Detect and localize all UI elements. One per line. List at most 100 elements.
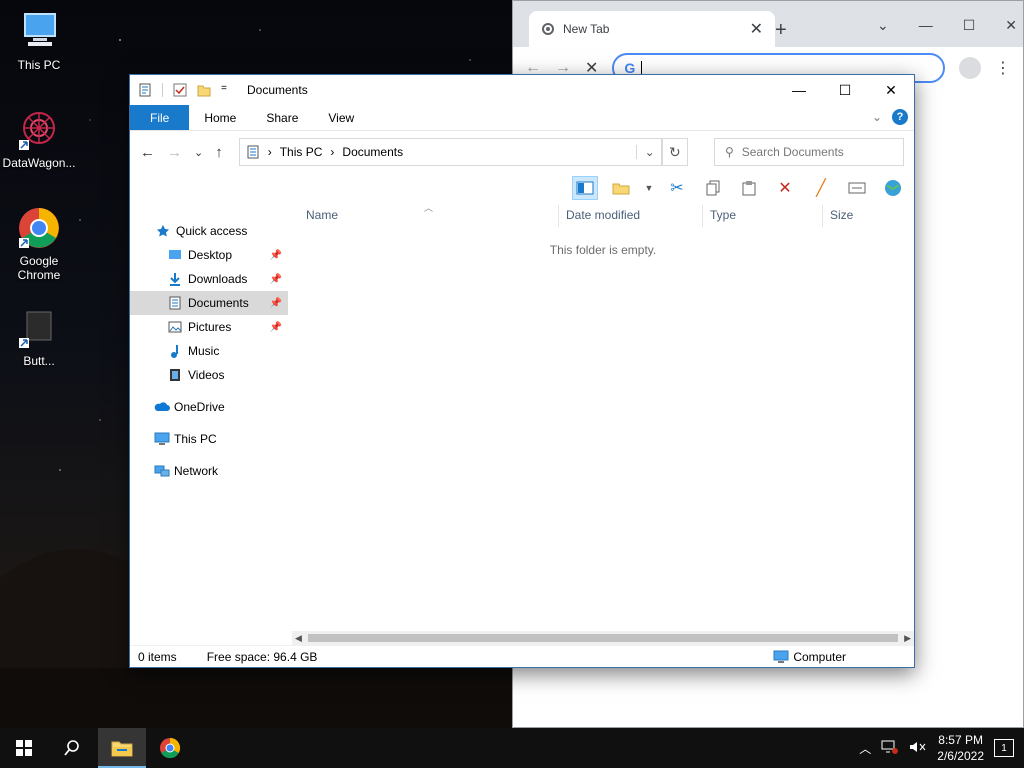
forward-button[interactable]: → bbox=[167, 144, 182, 161]
nav-item-documents[interactable]: Documents 📌 bbox=[130, 291, 288, 315]
tab-file[interactable]: File bbox=[130, 105, 190, 130]
nav-item-label: Network bbox=[174, 464, 219, 478]
sort-indicator-icon: ︿ bbox=[424, 203, 434, 213]
column-header-type[interactable]: Type bbox=[710, 208, 736, 222]
globe-icon[interactable] bbox=[880, 176, 906, 200]
copy-icon[interactable] bbox=[700, 176, 726, 200]
star-icon bbox=[156, 224, 170, 238]
tray-overflow-icon[interactable]: ︿ bbox=[859, 740, 871, 757]
tab-view[interactable]: View bbox=[313, 105, 369, 130]
new-item-icon[interactable] bbox=[608, 176, 634, 200]
desktop-icon-google-chrome[interactable]: Google Chrome bbox=[0, 206, 78, 282]
column-divider[interactable] bbox=[558, 205, 559, 227]
nav-item-pictures[interactable]: Pictures 📌 bbox=[130, 315, 288, 339]
chrome-tab-new-tab[interactable]: New Tab ✕ bbox=[529, 11, 775, 47]
nav-item-network[interactable]: Network bbox=[130, 459, 288, 483]
up-button[interactable]: ↑ bbox=[215, 144, 223, 161]
nav-item-desktop[interactable]: Desktop 📌 bbox=[130, 243, 288, 267]
breadcrumb-documents[interactable]: Documents bbox=[342, 145, 403, 159]
music-icon bbox=[168, 344, 182, 358]
pin-icon: 📌 bbox=[269, 249, 282, 261]
desktop-icon-shortcut[interactable]: Butt... bbox=[0, 306, 78, 368]
column-divider[interactable] bbox=[822, 205, 823, 227]
minimize-button[interactable]: — bbox=[919, 17, 933, 34]
back-button[interactable]: ← bbox=[140, 144, 155, 161]
preview-pane-icon[interactable] bbox=[572, 176, 598, 200]
minimize-button[interactable]: — bbox=[776, 75, 822, 105]
qa-dropdown-icon[interactable]: = bbox=[221, 83, 235, 97]
cut-icon[interactable]: ✂ bbox=[664, 176, 690, 200]
network-icon bbox=[154, 464, 170, 478]
scroll-right-icon[interactable]: ▶ bbox=[904, 633, 911, 644]
desktop-icon-this-pc[interactable]: This PC bbox=[0, 10, 78, 72]
tab-home[interactable]: Home bbox=[189, 105, 251, 130]
recent-locations-icon[interactable]: ⌄ bbox=[194, 146, 203, 159]
nav-item-music[interactable]: Music bbox=[130, 339, 288, 363]
new-tab-button[interactable]: + bbox=[775, 19, 787, 42]
desktop-icon-datawagon[interactable]: DataWagon... bbox=[0, 108, 78, 170]
properties-icon[interactable] bbox=[138, 83, 152, 97]
refresh-button[interactable]: ↻ bbox=[661, 138, 688, 166]
scroll-left-icon[interactable]: ◀ bbox=[295, 633, 302, 644]
nav-item-label: Quick access bbox=[176, 224, 248, 238]
delete-icon[interactable]: ✕ bbox=[772, 176, 798, 200]
nav-item-videos[interactable]: Videos bbox=[130, 363, 288, 387]
properties-icon[interactable] bbox=[844, 176, 870, 200]
taskbar-chrome[interactable] bbox=[146, 728, 194, 768]
horizontal-scrollbar[interactable]: ◀ ▶ bbox=[292, 631, 914, 645]
network-icon[interactable] bbox=[881, 740, 899, 757]
taskbar-file-explorer[interactable] bbox=[98, 728, 146, 768]
column-header-name[interactable]: Name bbox=[306, 208, 338, 222]
system-tray: ︿ 8:57 PM 2/6/2022 1 bbox=[859, 732, 1024, 764]
desktop-icon-label: This PC bbox=[17, 58, 61, 72]
clock[interactable]: 8:57 PM 2/6/2022 bbox=[937, 732, 984, 764]
start-button[interactable] bbox=[0, 728, 48, 768]
scrollbar-thumb[interactable] bbox=[308, 634, 898, 642]
taskbar: ︿ 8:57 PM 2/6/2022 1 bbox=[0, 728, 1024, 768]
tab-share[interactable]: Share bbox=[251, 105, 313, 130]
address-dropdown-icon[interactable]: ⌄ bbox=[635, 145, 655, 159]
chrome-menu-icon[interactable]: ⋮ bbox=[995, 58, 1011, 78]
toolbar-divider bbox=[162, 83, 163, 97]
profile-avatar[interactable] bbox=[959, 57, 981, 79]
rename-icon[interactable]: ╱ bbox=[808, 176, 834, 200]
address-bar[interactable]: › This PC › Documents ⌄ bbox=[238, 138, 662, 166]
file-list: Name ︿ Date modified Type Size This fold… bbox=[292, 203, 914, 645]
nav-item-quick-access[interactable]: Quick access bbox=[130, 219, 288, 243]
nav-item-label: Documents bbox=[188, 296, 249, 310]
nav-item-label: Videos bbox=[188, 368, 225, 382]
explorer-caption-buttons: — ☐ ✕ bbox=[776, 75, 914, 105]
chevron-down-icon[interactable]: ⌄ bbox=[877, 17, 889, 34]
computer-icon bbox=[773, 650, 789, 664]
videos-icon bbox=[168, 368, 182, 382]
close-button[interactable]: ✕ bbox=[868, 75, 914, 105]
maximize-button[interactable]: ☐ bbox=[963, 17, 976, 34]
nav-item-downloads[interactable]: Downloads 📌 bbox=[130, 267, 288, 291]
paste-icon[interactable] bbox=[736, 176, 762, 200]
search-button[interactable] bbox=[48, 728, 96, 768]
new-folder-icon[interactable] bbox=[197, 83, 211, 97]
nav-item-onedrive[interactable]: OneDrive bbox=[130, 395, 288, 419]
explorer-body: Quick access Desktop 📌 Downloads 📌 Docum… bbox=[130, 203, 914, 645]
column-divider[interactable] bbox=[702, 205, 703, 227]
this-pc-icon bbox=[154, 432, 170, 446]
volume-muted-icon[interactable] bbox=[909, 740, 927, 757]
close-tab-icon[interactable]: ✕ bbox=[750, 19, 763, 39]
close-button[interactable]: ✕ bbox=[1005, 17, 1017, 34]
search-input[interactable]: ⚲ Search Documents bbox=[713, 138, 905, 166]
checkmark-icon[interactable] bbox=[173, 83, 187, 97]
nav-item-label: Pictures bbox=[188, 320, 232, 334]
breadcrumb-this-pc[interactable]: This PC bbox=[280, 145, 323, 159]
ribbon-expand-icon[interactable]: ⌄ bbox=[872, 110, 882, 124]
ribbon-controls: ⌄ ? bbox=[872, 109, 908, 125]
column-header-date-modified[interactable]: Date modified bbox=[566, 208, 640, 222]
dropdown-arrow-icon[interactable]: ▼ bbox=[644, 176, 654, 200]
maximize-button[interactable]: ☐ bbox=[822, 75, 868, 105]
nav-item-this-pc[interactable]: This PC bbox=[130, 427, 288, 451]
help-icon[interactable]: ? bbox=[892, 109, 908, 125]
notification-center-icon[interactable]: 1 bbox=[994, 739, 1014, 757]
navigation-pane: Quick access Desktop 📌 Downloads 📌 Docum… bbox=[130, 203, 288, 645]
column-header-size[interactable]: Size bbox=[830, 208, 853, 222]
clock-date: 2/6/2022 bbox=[937, 749, 984, 763]
documents-icon bbox=[246, 145, 260, 159]
